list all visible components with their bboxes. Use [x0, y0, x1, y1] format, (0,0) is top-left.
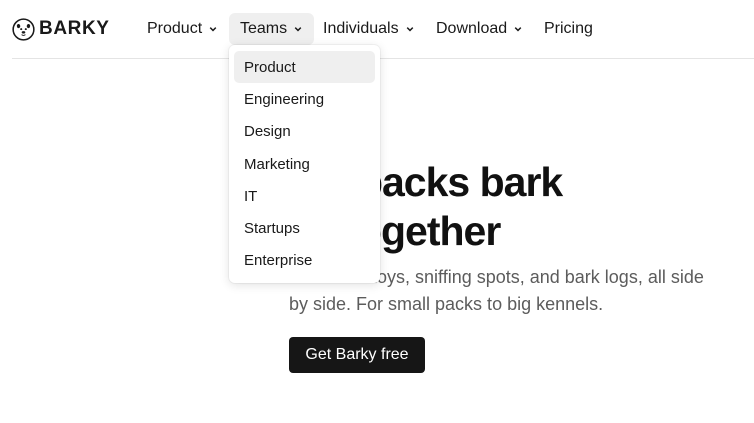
dog-logo-icon — [12, 17, 35, 41]
nav-product[interactable]: Product — [136, 13, 229, 45]
nav-pricing[interactable]: Pricing — [533, 13, 604, 45]
teams-dropdown-menu: Product Engineering Design Marketing IT … — [229, 45, 380, 283]
nav-download[interactable]: Download — [425, 13, 534, 45]
nav-individuals-label: Individuals — [323, 20, 399, 37]
dropdown-item-startups[interactable]: Startups — [234, 212, 375, 244]
dropdown-item-it[interactable]: IT — [234, 180, 375, 212]
dropdown-item-enterprise[interactable]: Enterprise — [234, 245, 375, 277]
brand-logo[interactable]: BARKY — [12, 17, 110, 41]
nav-pricing-label: Pricing — [544, 20, 593, 37]
nav-teams[interactable]: Teams — [229, 13, 315, 45]
nav-teams-label: Teams — [240, 20, 288, 37]
chevron-down-icon — [514, 27, 522, 32]
dropdown-item-design[interactable]: Design — [234, 116, 375, 148]
brand-name: BARKY — [39, 18, 110, 39]
chevron-down-icon — [294, 27, 302, 32]
page: BARKY Product Teams Individuals Download… — [0, 0, 754, 423]
nav-product-label: Product — [147, 20, 203, 37]
dropdown-item-marketing[interactable]: Marketing — [234, 148, 375, 180]
nav-individuals[interactable]: Individuals — [312, 13, 426, 45]
get-barky-free-button[interactable]: Get Barky free — [289, 337, 425, 373]
hero-subtitle-line-2: by side. For small packs to big kennels. — [289, 294, 604, 314]
chevron-down-icon — [406, 27, 413, 32]
nav-download-label: Download — [436, 20, 508, 37]
chevron-down-icon — [209, 27, 217, 32]
dropdown-item-product[interactable]: Product — [234, 51, 375, 84]
top-nav: BARKY Product Teams Individuals Download… — [12, 0, 754, 59]
dropdown-item-engineering[interactable]: Engineering — [234, 83, 375, 115]
